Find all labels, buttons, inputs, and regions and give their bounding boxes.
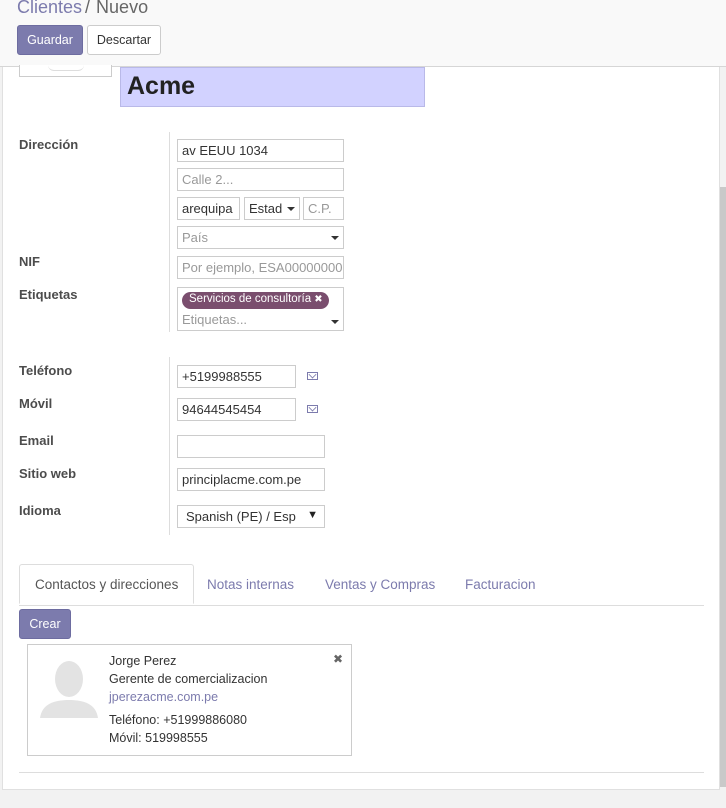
contact-avatar-icon xyxy=(40,661,98,718)
sms-envelope-icon[interactable] xyxy=(307,372,318,380)
contact-function: Gerente de comercializacion xyxy=(109,672,268,686)
state-select[interactable]: Estad xyxy=(244,197,300,220)
email-input[interactable] xyxy=(177,435,325,458)
phone-input[interactable]: +5199988555 xyxy=(177,365,296,388)
discard-button[interactable]: Descartar xyxy=(87,25,161,55)
contact-name: Jorge Perez xyxy=(109,654,177,668)
country-select-label: País xyxy=(182,230,209,245)
address-label: Dirección xyxy=(19,137,79,152)
contact-mobile: Móvil: 519998555 xyxy=(109,731,208,745)
chevron-down-icon xyxy=(331,236,339,240)
tag-remove-icon[interactable]: ✖ xyxy=(314,294,322,305)
breadcrumb-current: Nuevo xyxy=(96,0,149,17)
group-divider xyxy=(169,132,170,332)
group-divider xyxy=(169,357,170,535)
state-select-label: Estad xyxy=(249,201,283,216)
email-label: Email xyxy=(19,433,54,448)
remove-contact-icon[interactable]: ✖ xyxy=(333,652,343,666)
contact-email-link[interactable]: jperezacme.com.pe xyxy=(109,690,218,704)
tab-contacts[interactable]: Contactos y direcciones xyxy=(19,564,195,604)
notebook-bottom-divider xyxy=(19,772,704,773)
chevron-down-icon xyxy=(331,320,339,324)
language-select[interactable]: Spanish (PE) / Esp ▼ xyxy=(177,505,325,528)
tab-invoicing[interactable]: Facturacion xyxy=(465,564,536,604)
chevron-down-icon xyxy=(287,207,295,211)
tag-badge: Servicios de consultoría ✖ xyxy=(182,292,329,309)
nif-label: NIF xyxy=(19,254,40,269)
language-select-value: Spanish (PE) / Esp xyxy=(186,509,296,524)
contact-card[interactable]: Jorge Perez Gerente de comercializacion … xyxy=(27,644,352,756)
breadcrumb: Clientes / Nuevo xyxy=(17,0,148,18)
phone-label: Teléfono xyxy=(19,363,73,378)
breadcrumb-parent-link[interactable]: Clientes xyxy=(17,0,82,17)
zip-input[interactable]: C.P. xyxy=(303,197,344,220)
country-select[interactable]: País xyxy=(177,226,344,249)
tab-sales-purchases[interactable]: Ventas y Compras xyxy=(325,564,435,604)
control-panel: Clientes / Nuevo Guardar Descartar xyxy=(0,0,726,66)
website-input[interactable]: principlacme.com.pe xyxy=(177,468,325,491)
tab-internal-notes[interactable]: Notas internas xyxy=(207,564,294,604)
partner-name-field[interactable]: Acme xyxy=(120,67,425,107)
mobile-input[interactable]: 94644545454 xyxy=(177,398,296,421)
form-sheet: Acme Dirección av EEUU 1034 Calle 2... a… xyxy=(2,65,720,790)
scrollbar[interactable] xyxy=(720,187,726,787)
notebook-tabs: Contactos y direcciones Notas internas V… xyxy=(19,564,704,606)
street-input[interactable]: av EEUU 1034 xyxy=(177,139,344,162)
city-input[interactable]: arequipa xyxy=(177,197,240,220)
tags-field[interactable]: Servicios de consultoría ✖ Etiquetas... xyxy=(177,287,344,331)
create-contact-button[interactable]: Crear xyxy=(19,609,71,639)
avatar-image-field[interactable] xyxy=(19,65,112,77)
form-view: Acme Dirección av EEUU 1034 Calle 2... a… xyxy=(0,65,726,808)
mobile-label: Móvil xyxy=(19,396,53,411)
tags-input[interactable]: Etiquetas... xyxy=(182,312,247,327)
street2-input[interactable]: Calle 2... xyxy=(177,168,344,191)
website-label: Sitio web xyxy=(19,466,77,481)
save-button[interactable]: Guardar xyxy=(17,25,83,55)
tags-label: Etiquetas xyxy=(19,287,78,302)
sms-envelope-icon[interactable] xyxy=(307,405,318,413)
tag-label: Servicios de consultoría xyxy=(189,293,312,305)
nif-input[interactable]: Por ejemplo, ESA00000000 xyxy=(177,256,344,279)
chevron-down-icon: ▼ xyxy=(307,509,318,521)
language-label: Idioma xyxy=(19,503,61,518)
breadcrumb-separator: / xyxy=(85,0,91,17)
contact-phone: Teléfono: +51999886080 xyxy=(109,713,247,727)
